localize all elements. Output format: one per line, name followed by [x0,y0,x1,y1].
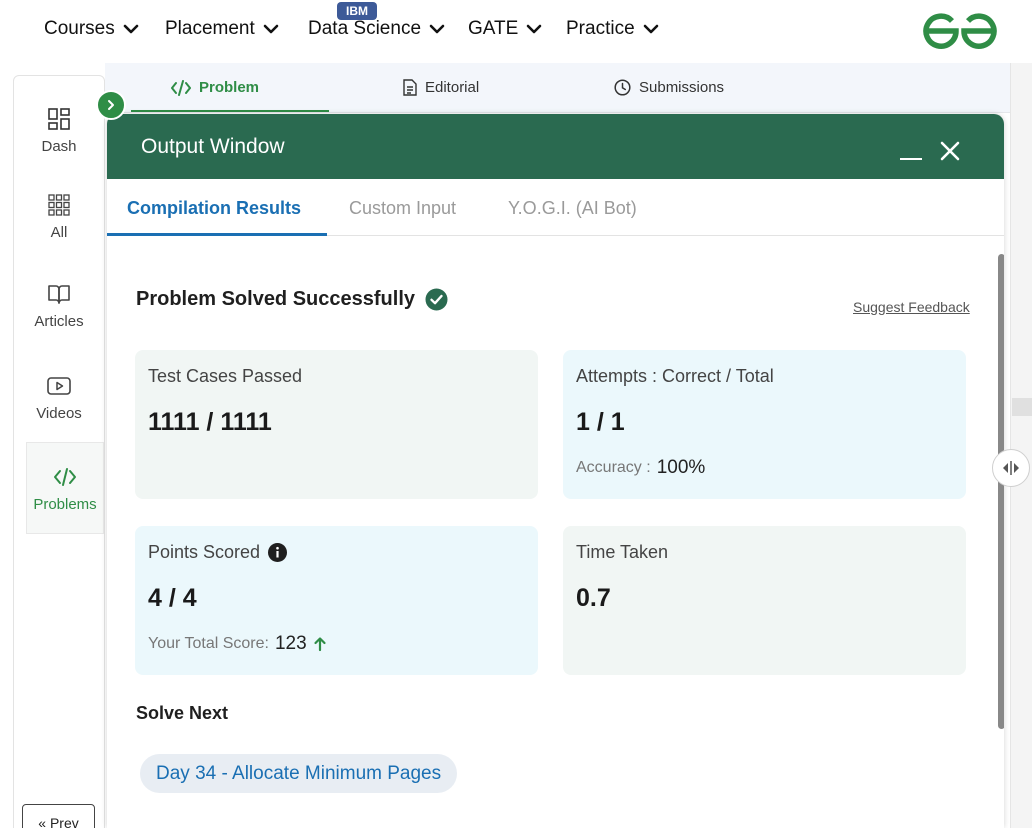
editor-scroll-marker [1012,398,1032,416]
tab-compilation-results[interactable]: Compilation Results [127,198,301,219]
chevron-down-icon [429,24,445,34]
nav-courses-label: Courses [44,18,115,39]
sidebar-item-articles[interactable]: Articles [14,265,104,345]
test-cases-value: 1111 / 1111 [148,408,272,436]
arrow-up-icon [314,637,326,652]
status-text: Problem Solved Successfully [136,288,415,310]
tab-editorial-label: Editorial [425,79,480,96]
code-icon [54,467,76,486]
output-tabs: Compilation Results Custom Input Y.O.G.I… [107,179,1004,236]
tab-problem[interactable]: Problem [171,79,259,96]
nav-data-science-label: Data Science [308,18,422,39]
gfg-logo-icon[interactable] [922,12,998,50]
info-icon[interactable] [268,543,288,562]
resize-handle[interactable] [992,449,1030,487]
test-cases-label: Test Cases Passed [148,366,303,386]
sidebar-item-all[interactable]: All [14,176,104,256]
time-taken-value: 0.7 [576,584,611,612]
tab-custom-input[interactable]: Custom Input [349,198,456,219]
attempts-card: Attempts : Correct / Total 1 / 1 Accurac… [563,350,966,499]
tab-submissions[interactable]: Submissions [614,79,724,96]
tab-submissions-label: Submissions [639,79,725,96]
nav-placement[interactable]: Placement [165,18,279,40]
points-value: 4 / 4 [148,584,197,612]
editor-panel-edge [1010,63,1032,828]
next-problem-chip[interactable]: Day 34 - Allocate Minimum Pages [140,754,458,793]
grid-icon [48,193,70,216]
output-window: Output Window Compilation Results Custom… [107,114,1004,828]
sidebar-item-label: Dash [41,137,77,155]
status-heading: Problem Solved Successfully [136,288,448,311]
accuracy-label: Accuracy : [576,459,651,476]
accuracy-row: Accuracy : 100% [576,457,705,479]
nav-placement-label: Placement [165,18,255,39]
output-scrollbar[interactable] [998,254,1004,729]
code-icon [171,79,191,96]
solve-next-heading: Solve Next [136,703,229,723]
minimize-icon[interactable] [900,158,922,160]
tab-yogi-ai-bot[interactable]: Y.O.G.I. (AI Bot) [508,198,637,219]
accuracy-value: 100% [656,457,706,478]
clock-icon [614,79,631,96]
output-title: Output Window [141,135,285,158]
chevron-down-icon [263,24,279,34]
split-resize-icon [1003,461,1019,475]
dashboard-icon [48,107,70,130]
sidebar-item-label: Articles [34,312,84,330]
chevron-right-icon [108,100,114,110]
total-score-row: Your Total Score: 123 [148,633,327,655]
tab-editorial[interactable]: Editorial [403,79,479,96]
sidebar-item-label: All [50,223,68,241]
total-score-value: 123 [274,633,307,654]
chevron-down-icon [123,24,139,34]
nav-data-science[interactable]: Data Science [308,18,445,40]
problem-tabs: Problem Editorial Submissions [105,63,1010,113]
chevron-down-icon [643,24,658,34]
expand-panel-button[interactable] [96,90,126,120]
attempts-label: Attempts : Correct / Total [576,366,774,386]
attempts-value: 1 / 1 [576,408,625,436]
tab-problem-label: Problem [199,79,260,96]
sidebar-item-dash[interactable]: Dash [14,90,104,170]
left-sidebar: Dash All Articles Videos Problems [13,75,105,828]
test-cases-card: Test Cases Passed 1111 / 1111 [135,350,538,499]
total-score-label: Your Total Score: [148,635,269,652]
video-icon [47,376,71,395]
output-header: Output Window [107,114,1004,179]
check-circle-icon [425,288,448,311]
sidebar-item-videos[interactable]: Videos [14,357,104,437]
sidebar-item-label: Videos [36,404,82,422]
chevron-down-icon [527,24,542,34]
points-label-row: Points Scored [148,542,288,563]
nav-practice-label: Practice [566,18,635,39]
nav-gate-label: GATE [468,18,519,39]
sidebar-item-problems[interactable]: Problems [26,442,104,534]
points-card: Points Scored 4 / 4 Your Total Score: 12… [135,526,538,675]
document-icon [403,79,417,96]
sidebar-item-label: Problems [33,495,97,513]
nav-practice[interactable]: Practice [566,18,659,40]
prev-button[interactable]: « Prev [22,804,95,828]
nav-gate[interactable]: GATE [468,18,542,40]
close-icon[interactable] [939,140,961,162]
top-navbar: Courses Placement IBM Data Science GATE … [0,0,1032,62]
active-tab-indicator [107,233,327,236]
points-label: Points Scored [148,542,261,562]
book-icon [48,284,70,304]
time-taken-label: Time Taken [576,542,669,562]
time-taken-card: Time Taken 0.7 [563,526,966,675]
active-tab-indicator [131,110,329,112]
nav-courses[interactable]: Courses [44,18,139,40]
suggest-feedback-link[interactable]: Suggest Feedback [853,299,970,315]
